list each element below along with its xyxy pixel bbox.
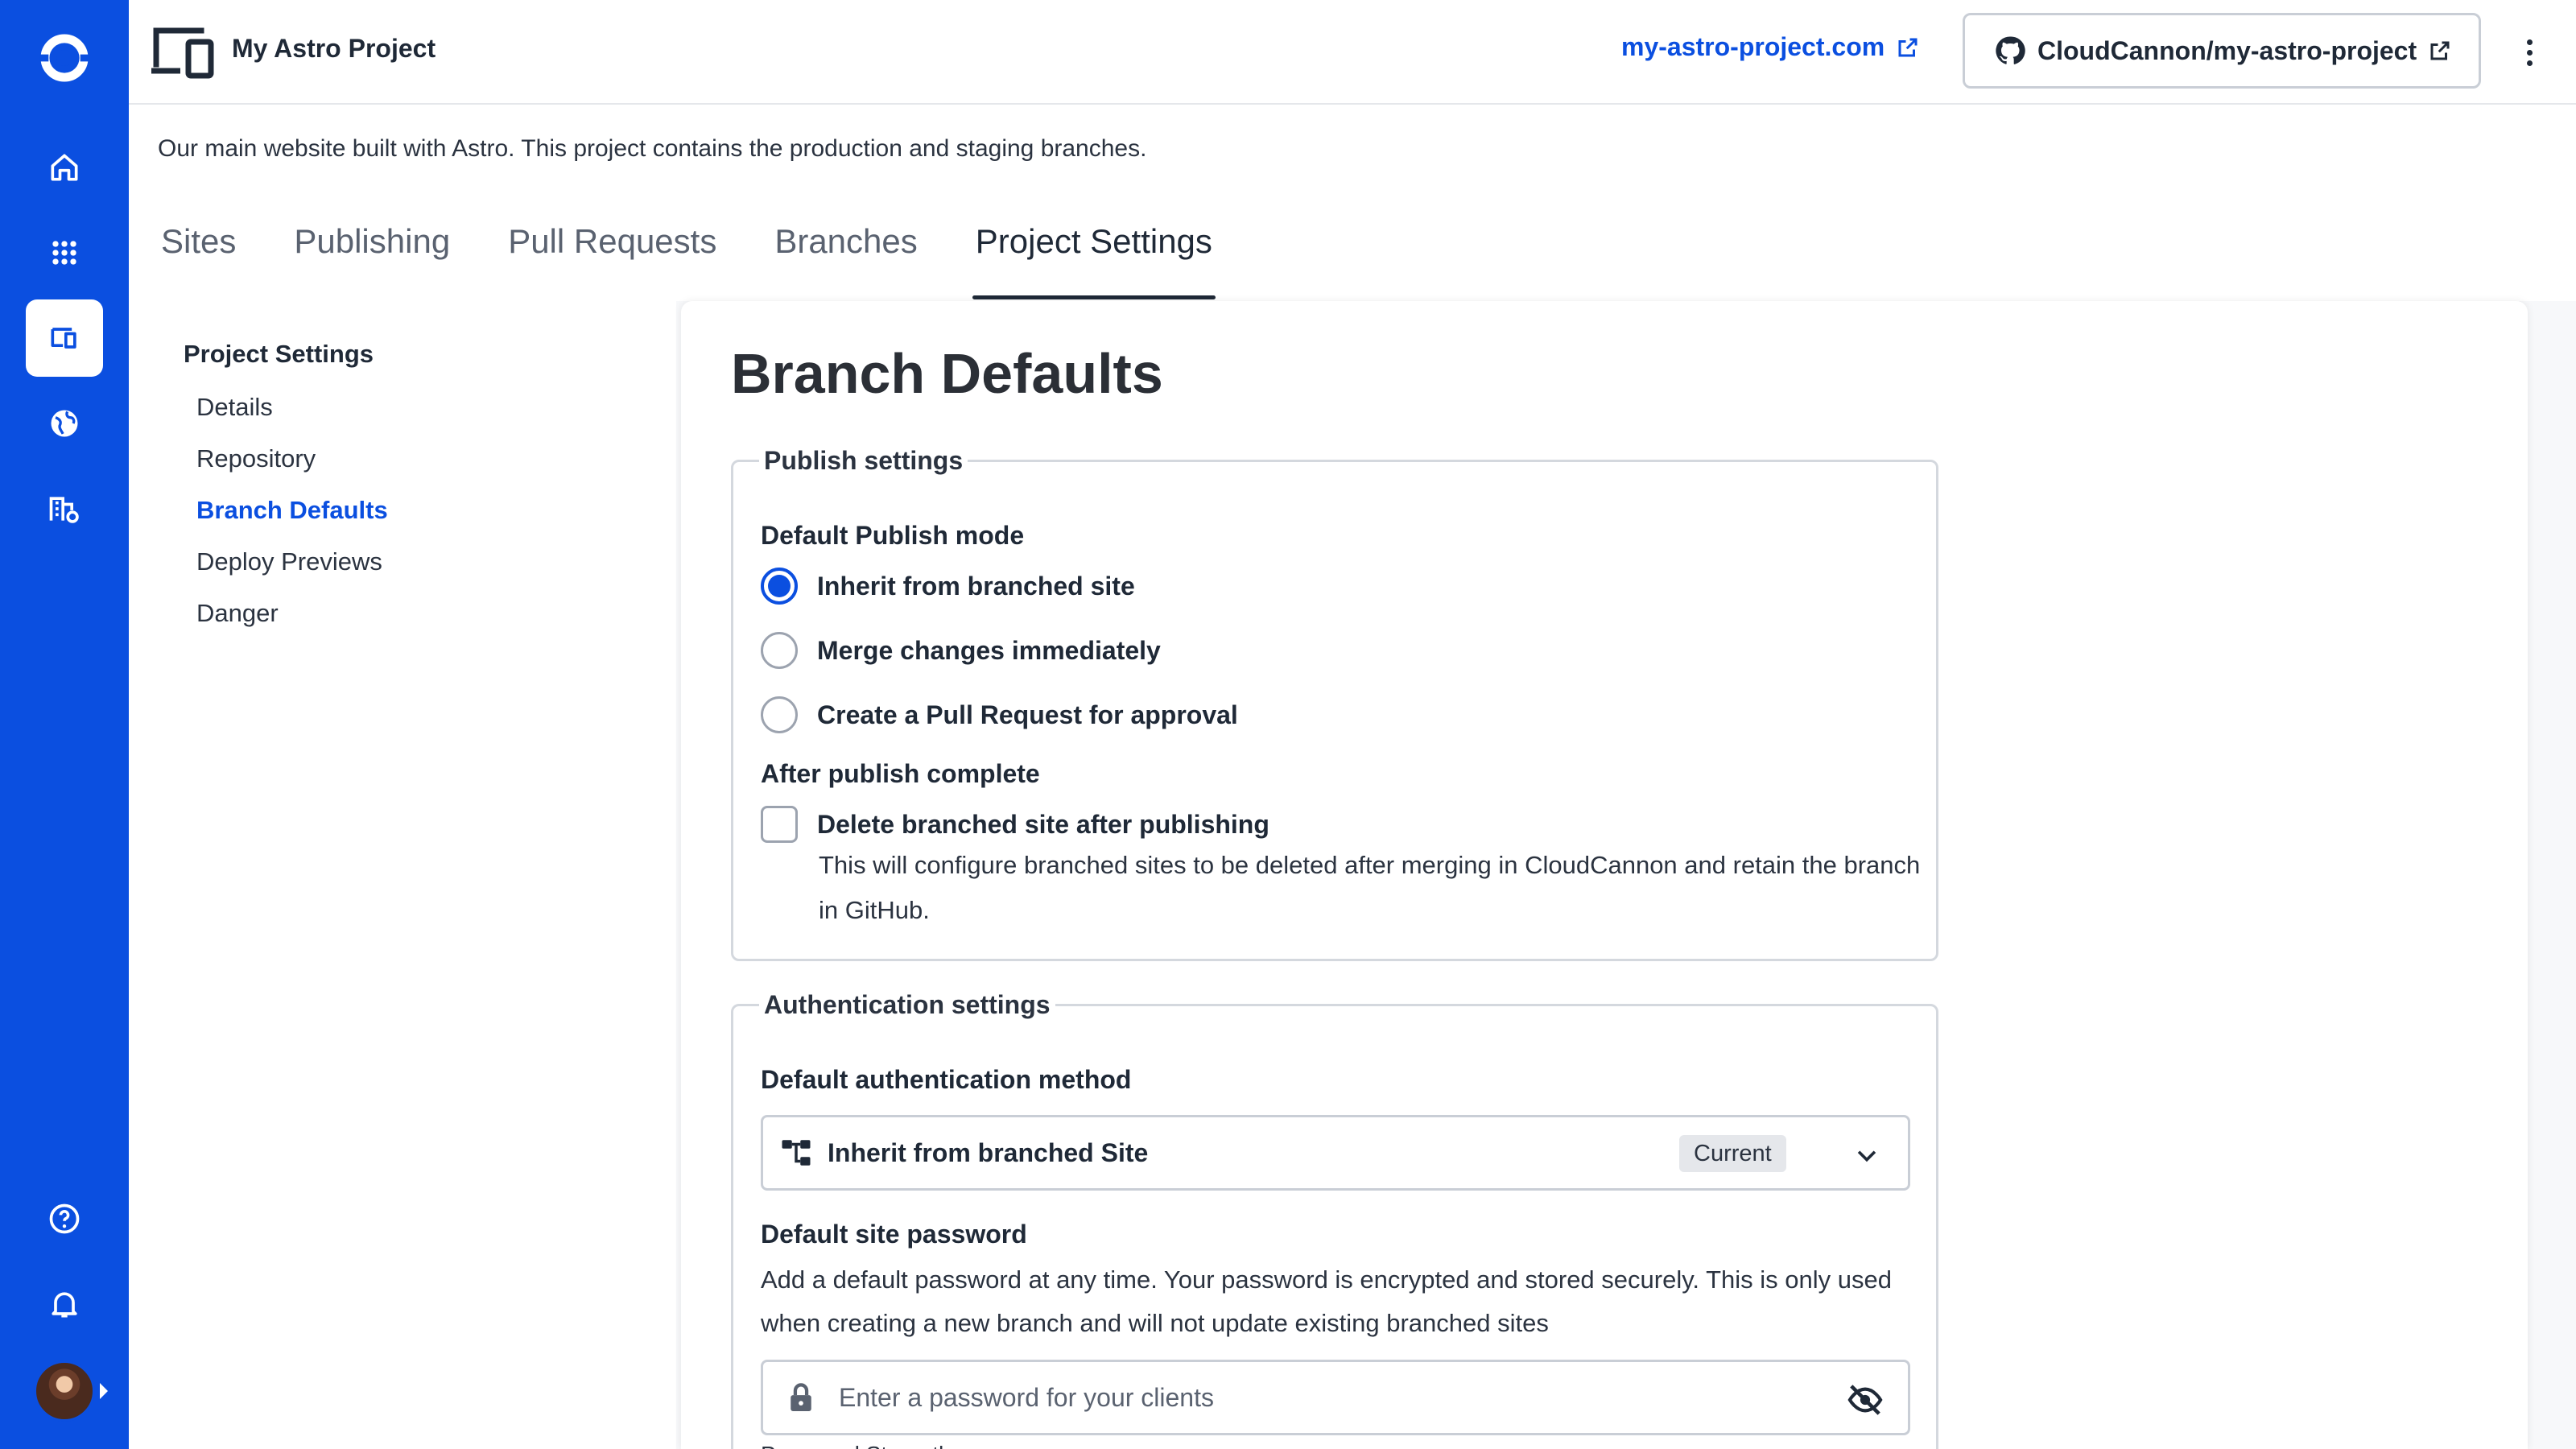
- tab-publishing[interactable]: Publishing: [291, 217, 453, 301]
- branch-tree-icon: [782, 1140, 811, 1166]
- repository-link-label: CloudCannon/my-astro-project: [2037, 35, 2417, 65]
- current-badge: Current: [1679, 1135, 1786, 1172]
- password-input[interactable]: [839, 1382, 1789, 1413]
- site-link-label: my-astro-project.com: [1621, 32, 1885, 61]
- publish-mode-merge-radio[interactable]: [761, 632, 798, 669]
- authentication-settings-group: Authentication settings Default authenti…: [731, 990, 1938, 1449]
- home-icon: [51, 154, 78, 181]
- repository-link-button[interactable]: CloudCannon/my-astro-project: [1963, 13, 2481, 89]
- top-bar: My Astro Project my-astro-project.com Cl…: [129, 0, 2576, 105]
- settings-sidebar: Project Settings Details Repository Bran…: [129, 301, 676, 1449]
- help-icon: [49, 1203, 80, 1234]
- tab-pull-requests[interactable]: Pull Requests: [505, 217, 720, 301]
- rail-org-settings-button[interactable]: [26, 470, 103, 547]
- page-title: Branch Defaults: [731, 342, 1163, 405]
- delete-branched-site-checkbox[interactable]: [761, 806, 798, 843]
- avatar-caret-icon[interactable]: [100, 1383, 108, 1399]
- external-link-icon: [2430, 41, 2450, 60]
- project-tabs: Sites Publishing Pull Requests Branches …: [158, 217, 1267, 301]
- publish-settings-group: Publish settings Default Publish mode In…: [731, 446, 1938, 961]
- cloudcannon-logo-icon[interactable]: [32, 32, 97, 84]
- delete-branched-site-option[interactable]: Delete branched site after publishing: [761, 806, 1269, 843]
- more-options-icon[interactable]: [2513, 32, 2545, 72]
- settings-panel: Branch Defaults Publish settings Default…: [681, 301, 2528, 1449]
- publish-mode-inherit-label: Inherit from branched site: [817, 571, 1135, 601]
- default-site-password-label: Default site password: [761, 1220, 1027, 1249]
- rail-domains-button[interactable]: [26, 385, 103, 462]
- settings-nav-danger[interactable]: Danger: [196, 599, 279, 628]
- publish-settings-legend: Publish settings: [764, 446, 964, 475]
- organization-settings-icon: [49, 497, 79, 523]
- rail-projects-button[interactable]: [26, 299, 103, 377]
- publish-mode-pull-request-label: Create a Pull Request for approval: [817, 700, 1238, 729]
- tab-sites[interactable]: Sites: [158, 217, 239, 301]
- chevron-down-icon: [1857, 1150, 1876, 1162]
- tab-project-settings[interactable]: Project Settings: [972, 217, 1216, 301]
- hide-password-icon[interactable]: [1847, 1383, 1884, 1417]
- publish-mode-inherit-radio[interactable]: [761, 568, 798, 605]
- lock-icon: [791, 1383, 811, 1411]
- settings-nav-repository[interactable]: Repository: [196, 444, 316, 473]
- auth-method-value: Inherit from branched Site: [828, 1137, 1149, 1167]
- apps-grid-icon: [52, 241, 76, 265]
- external-link-icon: [1898, 38, 1918, 56]
- bell-icon: [52, 1292, 77, 1318]
- github-icon: [1996, 36, 2025, 64]
- password-field[interactable]: [761, 1360, 1910, 1435]
- default-publish-mode-label: Default Publish mode: [761, 521, 1025, 550]
- publish-mode-merge-option[interactable]: Merge changes immediately: [761, 632, 1161, 669]
- after-publish-label: After publish complete: [761, 759, 1040, 788]
- globe-icon: [51, 410, 78, 437]
- rail-home-button[interactable]: [26, 129, 103, 206]
- delete-branched-site-help: This will configure branched sites to be…: [819, 851, 1921, 924]
- settings-nav-deploy-previews[interactable]: Deploy Previews: [196, 547, 382, 576]
- project-devices-icon: [151, 27, 214, 79]
- app-rail: [0, 0, 129, 1449]
- publish-mode-merge-label: Merge changes immediately: [817, 635, 1161, 665]
- project-name: My Astro Project: [232, 34, 436, 63]
- default-auth-method-label: Default authentication method: [761, 1065, 1132, 1094]
- publish-mode-pull-request-radio[interactable]: [761, 696, 798, 733]
- rail-help-button[interactable]: [26, 1180, 103, 1257]
- delete-branched-site-label: Delete branched site after publishing: [817, 809, 1269, 839]
- rail-notifications-button[interactable]: [26, 1265, 103, 1343]
- settings-nav-branch-defaults[interactable]: Branch Defaults: [196, 496, 388, 525]
- publish-mode-pull-request-option[interactable]: Create a Pull Request for approval: [761, 696, 1238, 733]
- settings-nav-details[interactable]: Details: [196, 393, 273, 422]
- avatar[interactable]: [34, 1360, 95, 1422]
- password-strength-label: Password Strength: [761, 1442, 952, 1449]
- default-site-password-help: Add a default password at any time. Your…: [761, 1265, 1892, 1337]
- site-link[interactable]: my-astro-project.com: [1621, 32, 1920, 62]
- tab-branches[interactable]: Branches: [771, 217, 920, 301]
- authentication-settings-legend: Authentication settings: [764, 990, 1051, 1019]
- publish-mode-inherit-option[interactable]: Inherit from branched site: [761, 568, 1135, 605]
- settings-nav-heading: Project Settings: [184, 340, 374, 368]
- auth-method-select[interactable]: Inherit from branched Site Current: [761, 1115, 1910, 1191]
- rail-apps-button[interactable]: [26, 214, 103, 291]
- devices-icon: [51, 328, 76, 349]
- project-description: Our main website built with Astro. This …: [158, 135, 1147, 162]
